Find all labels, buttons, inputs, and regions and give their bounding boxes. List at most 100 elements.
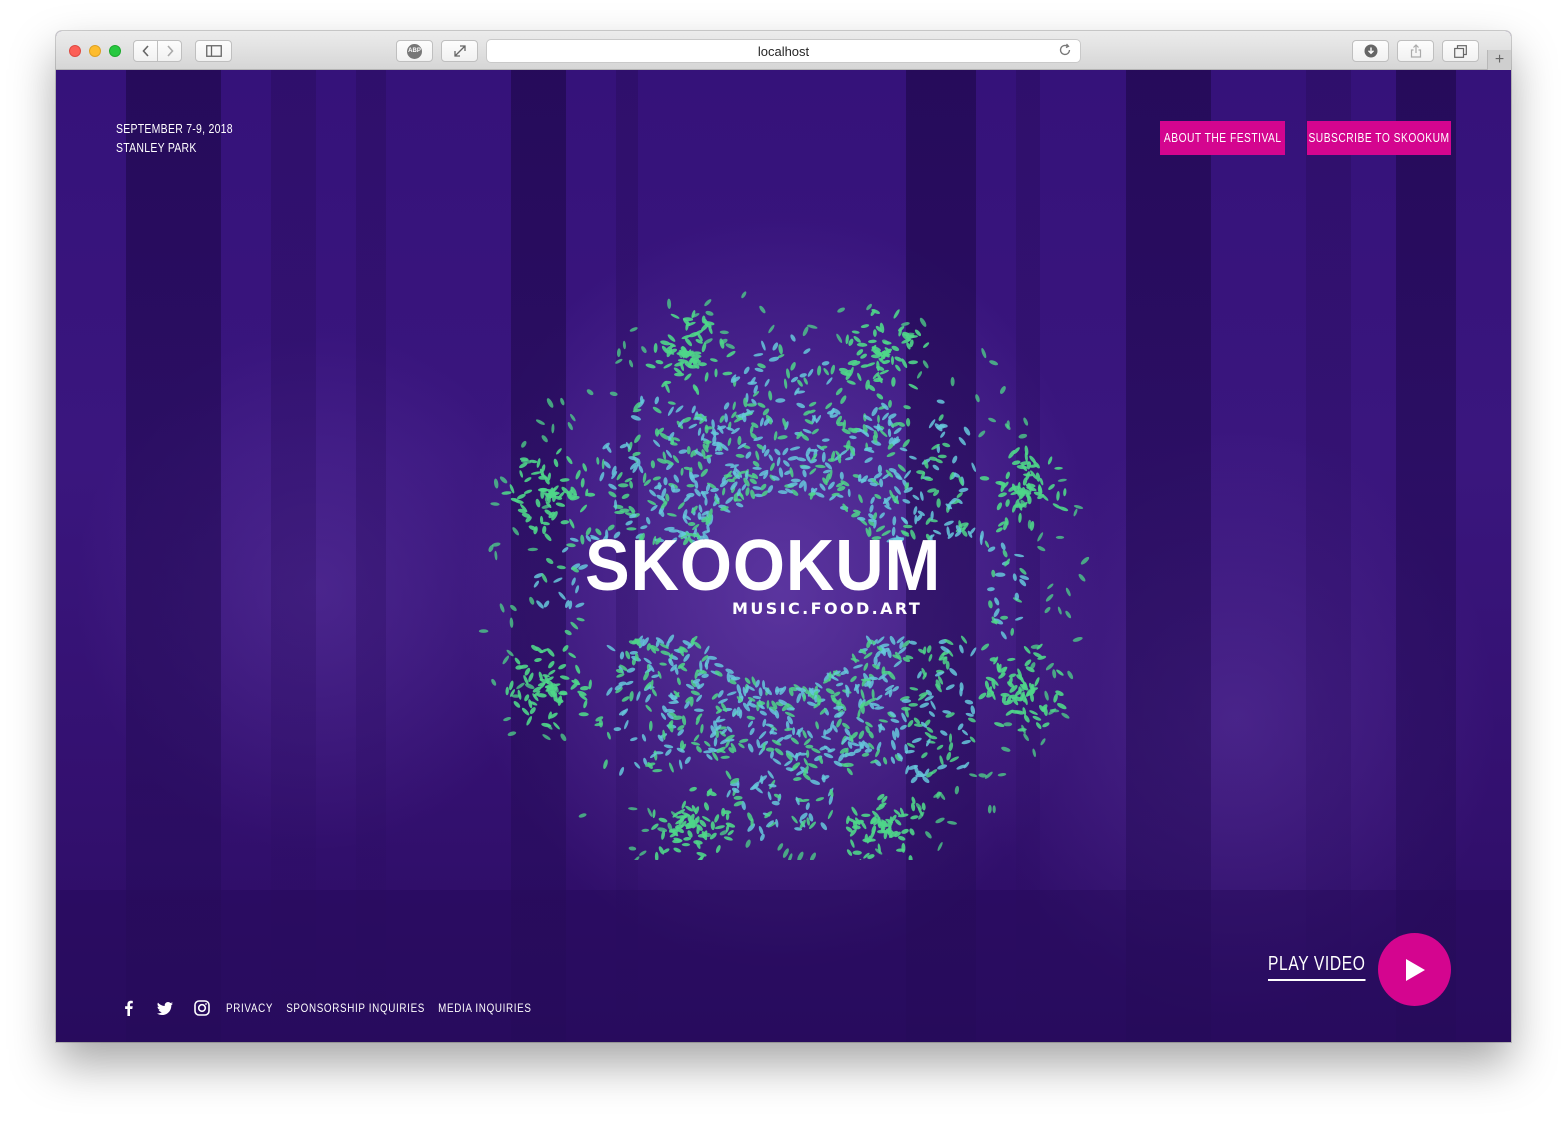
leaf-mark [713, 737, 718, 747]
privacy-link[interactable]: PRIVACY [226, 1001, 273, 1015]
leaf-mark [861, 813, 871, 818]
leaf-mark [901, 358, 908, 369]
leaf-mark [856, 717, 865, 723]
leaf-mark [864, 457, 873, 463]
leaf-mark [650, 504, 658, 512]
leaf-mark [853, 664, 863, 669]
adblock-button[interactable]: ABP [396, 40, 433, 62]
leaf-mark [786, 368, 790, 379]
leaf-mark [747, 381, 758, 385]
leaf-mark [899, 447, 908, 452]
leaf-mark [939, 755, 944, 766]
leaf-mark [1023, 714, 1030, 723]
about-festival-button[interactable]: ABOUT THE FESTIVAL [1160, 121, 1285, 155]
close-window-button[interactable] [69, 45, 81, 57]
subscribe-button[interactable]: SUBSCRIBE TO SKOOKUM [1307, 121, 1451, 155]
leaf-mark [499, 603, 505, 613]
leaf-mark [979, 476, 990, 481]
leaf-mark [676, 677, 681, 686]
leaf-mark [778, 344, 783, 355]
leaf-mark [978, 692, 987, 700]
leaf-mark [478, 629, 489, 633]
leaf-mark [632, 856, 640, 860]
zoom-window-button[interactable] [109, 45, 121, 57]
leaf-mark [1032, 715, 1042, 721]
leaf-mark [562, 645, 569, 652]
facebook-link[interactable] [118, 998, 138, 1018]
leaf-mark [490, 502, 500, 506]
leaf-mark [655, 359, 664, 365]
leaf-mark [821, 438, 830, 442]
leaf-mark [710, 821, 715, 831]
fullscreen-button[interactable] [441, 40, 478, 62]
twitter-link[interactable] [155, 998, 175, 1018]
leaf-mark [768, 390, 773, 401]
leaf-mark [875, 694, 883, 701]
minimize-window-button[interactable] [89, 45, 101, 57]
leaf-mark [723, 402, 730, 410]
leaf-mark [894, 819, 902, 826]
leaf-mark [1047, 583, 1054, 590]
leaf-mark [690, 690, 700, 696]
leaf-mark [643, 657, 652, 665]
leaf-mark [886, 452, 896, 458]
leaf-mark [899, 724, 907, 730]
facebook-icon [124, 1000, 133, 1016]
leaf-mark [1001, 746, 1011, 752]
reload-icon[interactable] [1058, 43, 1072, 57]
leaf-mark [738, 742, 745, 749]
leaf-mark [790, 478, 801, 483]
leaf-mark [684, 337, 693, 347]
footer-nav: PRIVACY SPONSORSHIP INQUIRIES MEDIA INQU… [118, 998, 615, 1018]
leaf-mark [959, 687, 963, 697]
leaf-mark [872, 329, 877, 337]
downloads-button[interactable] [1352, 40, 1389, 62]
leaf-mark [579, 504, 588, 513]
hero-page: SEPTEMBER 7-9, 2018 STANLEY PARK ABOUT T… [56, 70, 1511, 1042]
leaf-mark [493, 478, 499, 489]
leaf-mark [846, 849, 853, 856]
leaf-mark [839, 471, 844, 480]
leaf-mark [958, 436, 966, 446]
leaf-mark [800, 465, 811, 470]
sponsorship-inquiries-link[interactable]: SPONSORSHIP INQUIRIES [286, 1001, 425, 1015]
back-button[interactable] [133, 40, 158, 62]
leaf-mark [928, 653, 933, 662]
leaf-mark [659, 662, 667, 666]
leaf-mark [919, 317, 927, 327]
leaf-mark [619, 508, 630, 513]
leaf-mark [883, 757, 888, 765]
leaf-mark [876, 393, 884, 400]
play-video-button[interactable] [1378, 933, 1451, 1006]
sidebar-button[interactable] [195, 40, 232, 62]
leaf-mark [994, 572, 1006, 577]
leaf-mark [908, 855, 913, 860]
leaf-mark [752, 486, 762, 490]
leaf-mark [1032, 748, 1037, 758]
leaf-mark [725, 343, 735, 349]
leaf-mark [1045, 593, 1054, 602]
instagram-link[interactable] [192, 998, 212, 1018]
leaf-mark [961, 739, 971, 745]
leaf-mark [790, 737, 799, 745]
leaf-mark [509, 617, 514, 628]
tabs-overview-button[interactable] [1442, 40, 1479, 62]
share-button[interactable] [1397, 40, 1434, 62]
leaf-mark [727, 437, 732, 446]
media-inquiries-link[interactable]: MEDIA INQUIRIES [438, 1001, 532, 1015]
forward-button[interactable] [157, 40, 182, 62]
leaf-mark [917, 671, 922, 679]
leaf-mark [703, 802, 710, 811]
leaf-mark [649, 489, 657, 497]
leaf-mark [693, 840, 703, 845]
leaf-mark [606, 644, 616, 652]
new-tab-button[interactable]: + [1487, 50, 1511, 70]
leaf-mark [553, 722, 560, 730]
leaf-mark [805, 802, 810, 811]
leaf-mark [879, 512, 885, 519]
address-bar[interactable]: localhost [486, 39, 1081, 63]
leaf-mark [654, 851, 659, 860]
leaf-mark [543, 600, 550, 608]
leaf-mark [938, 414, 944, 421]
play-video-label[interactable]: PLAY VIDEO [1268, 953, 1366, 981]
